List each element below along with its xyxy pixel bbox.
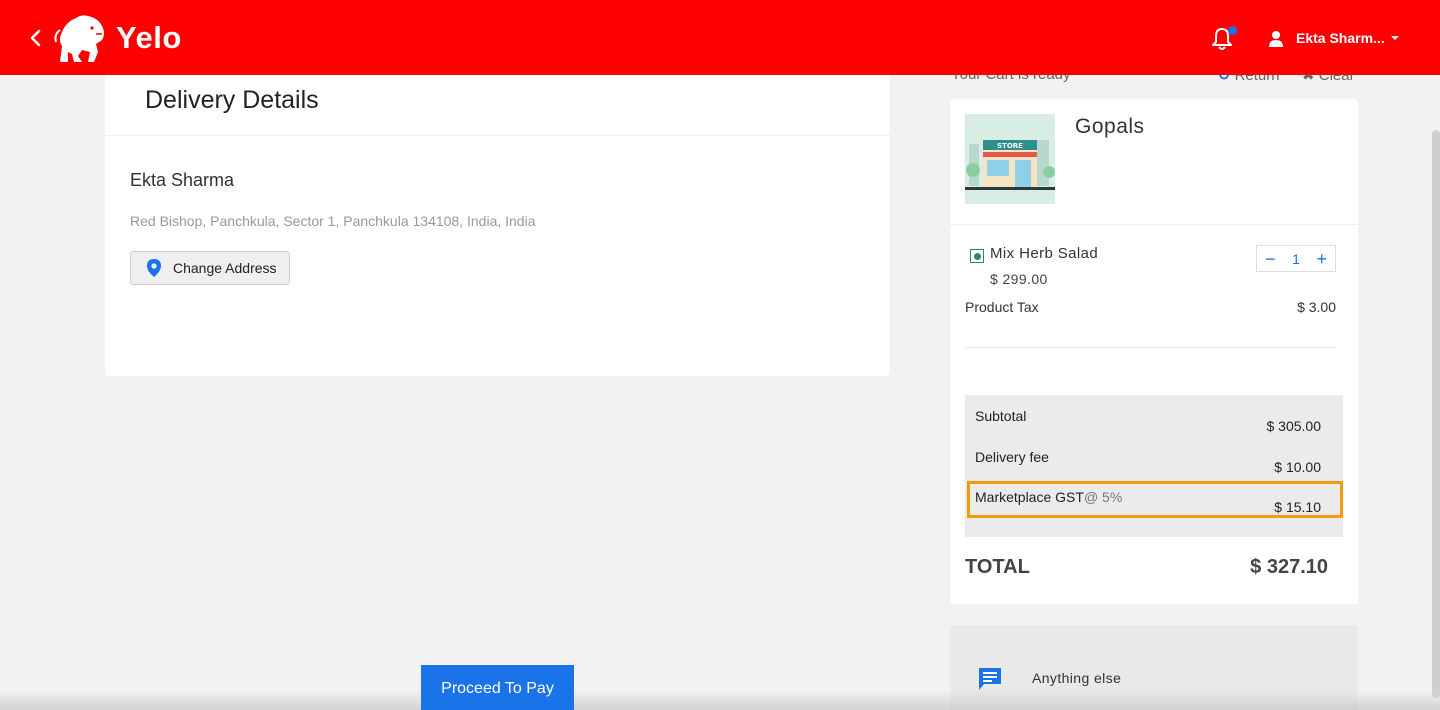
cart-card: STORE Gopals Mix Herb Salad $ 299.00 − 1… (950, 99, 1358, 604)
delivery-address: Red Bishop, Panchkula, Sector 1, Panchku… (130, 213, 536, 229)
divider (950, 224, 1358, 225)
veg-indicator-icon (970, 249, 984, 263)
user-name: Ekta Sharm... (1296, 30, 1385, 46)
store-image: STORE (965, 114, 1055, 204)
total-label: TOTAL (965, 556, 1030, 578)
change-address-button[interactable]: Change Address (130, 251, 290, 285)
product-tax-value: $ 3.00 (1297, 299, 1336, 315)
subtotal-label: Subtotal (975, 408, 1027, 424)
notification-dot (1228, 26, 1237, 35)
user-icon (1269, 30, 1283, 47)
chevron-down-icon (1390, 36, 1399, 40)
proceed-to-pay-button[interactable]: Proceed To Pay (421, 665, 574, 710)
chat-message-icon (979, 668, 1001, 690)
user-menu[interactable]: Ekta Sharm... (1268, 28, 1399, 48)
top-navbar: Yelo Ekta Sharm... (0, 0, 1440, 75)
delivery-title: Delivery Details (145, 86, 319, 114)
product-tax-label: Product Tax (965, 299, 1039, 315)
gst-label: Marketplace GST (975, 489, 1084, 505)
delivery-details-card: Delivery Details Ekta Sharma Red Bishop,… (105, 70, 890, 376)
brand-name[interactable]: Yelo (116, 20, 182, 56)
delivery-fee-value: $ 10.00 (1274, 459, 1321, 475)
bottom-shadow (0, 690, 1440, 710)
subtotal-value: $ 305.00 (1266, 418, 1322, 434)
store-sign: STORE (997, 142, 1023, 150)
anything-else-label: Anything else (1032, 670, 1122, 686)
decrement-button[interactable]: − (1265, 250, 1276, 268)
quantity-stepper: − 1 + (1256, 245, 1336, 272)
gst-value: $ 15.10 (1274, 499, 1321, 515)
store-illustration-icon: STORE (965, 114, 1055, 204)
change-address-label: Change Address (173, 260, 277, 276)
quantity-value: 1 (1292, 250, 1300, 267)
scrollbar[interactable] (1432, 130, 1440, 698)
delivery-fee-label: Delivery fee (975, 449, 1049, 465)
lion-logo-icon[interactable] (52, 12, 108, 64)
price-summary: Subtotal $ 305.00 Delivery fee $ 10.00 M… (965, 395, 1343, 537)
divider (965, 347, 1336, 348)
gst-label-row: Marketplace GST@ 5% (975, 489, 1122, 505)
item-name: Mix Herb Salad (990, 245, 1099, 262)
gst-rate: @ 5% (1083, 489, 1123, 505)
item-price: $ 299.00 (990, 271, 1048, 287)
divider (105, 135, 890, 136)
back-arrow-icon[interactable] (26, 26, 46, 50)
increment-button[interactable]: + (1316, 250, 1327, 268)
location-pin-icon (147, 259, 161, 277)
total-value: $ 327.10 (1250, 556, 1328, 578)
customer-name: Ekta Sharma (130, 170, 235, 190)
store-name: Gopals (1075, 115, 1145, 138)
